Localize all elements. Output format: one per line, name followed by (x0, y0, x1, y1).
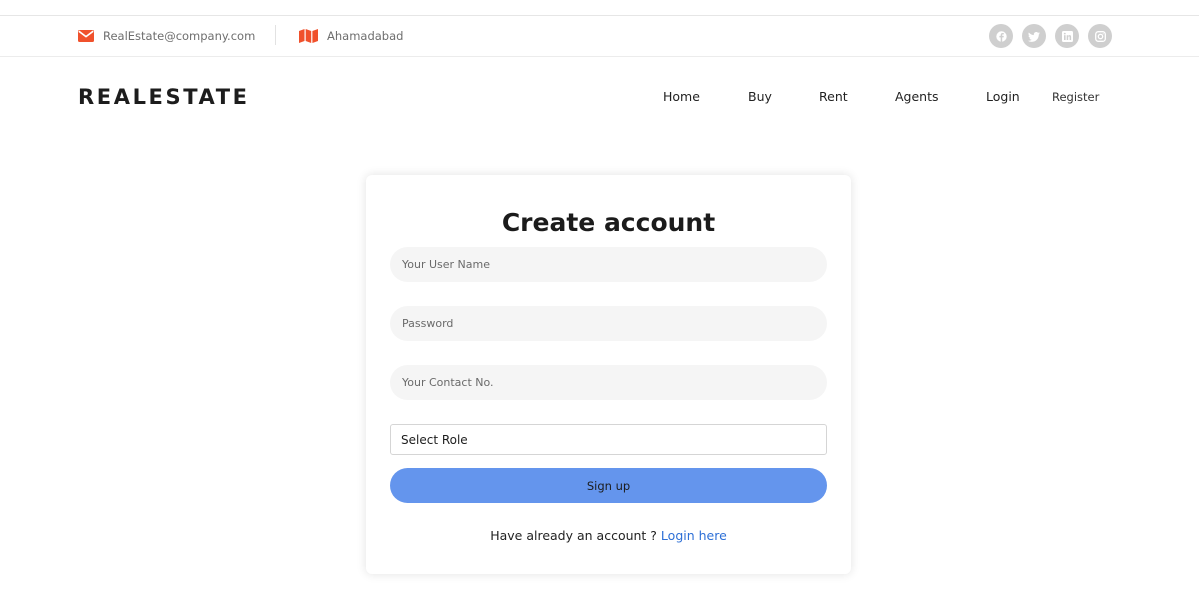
linkedin-link[interactable] (1055, 24, 1079, 48)
social-links (989, 24, 1112, 48)
signup-button[interactable]: Sign up (390, 468, 827, 503)
nav-buy[interactable]: Buy (748, 88, 772, 106)
username-input[interactable] (390, 247, 827, 282)
form-title: Create account (501, 208, 716, 237)
contact-location-text: Ahamadabad (327, 29, 404, 43)
envelope-icon (78, 30, 94, 42)
contact-location: Ahamadabad (299, 16, 403, 56)
brand-logo[interactable]: REALESTATE (78, 84, 250, 110)
role-select[interactable]: Select Role (390, 424, 827, 455)
nav-login[interactable]: Login (986, 88, 1020, 106)
nav-rent[interactable]: Rent (819, 88, 848, 106)
password-input[interactable] (390, 306, 827, 341)
contact-email: RealEstate@company.com (78, 16, 255, 56)
instagram-link[interactable] (1088, 24, 1112, 48)
instagram-icon (1094, 27, 1106, 46)
nav-register[interactable]: Register (1052, 88, 1099, 106)
contact-email-text[interactable]: RealEstate@company.com (103, 29, 255, 43)
twitter-link[interactable] (1022, 24, 1046, 48)
facebook-icon (995, 27, 1007, 46)
map-icon (299, 29, 318, 43)
login-prompt-text: Have already an account ? (490, 528, 661, 543)
role-select-value: Select Role (401, 432, 468, 447)
login-here-link[interactable]: Login here (661, 528, 727, 543)
nav-home[interactable]: Home (663, 88, 700, 106)
login-prompt: Have already an account ? Login here (366, 527, 851, 545)
facebook-link[interactable] (989, 24, 1013, 48)
linkedin-icon (1061, 27, 1073, 46)
twitter-icon (1028, 27, 1040, 46)
register-card: Create account Select Role Sign up Have … (366, 175, 851, 574)
nav-agents[interactable]: Agents (895, 88, 939, 106)
top-bar: RealEstate@company.com Ahamadabad (0, 16, 1199, 57)
contact-input[interactable] (390, 365, 827, 400)
topbar-divider (275, 25, 276, 45)
